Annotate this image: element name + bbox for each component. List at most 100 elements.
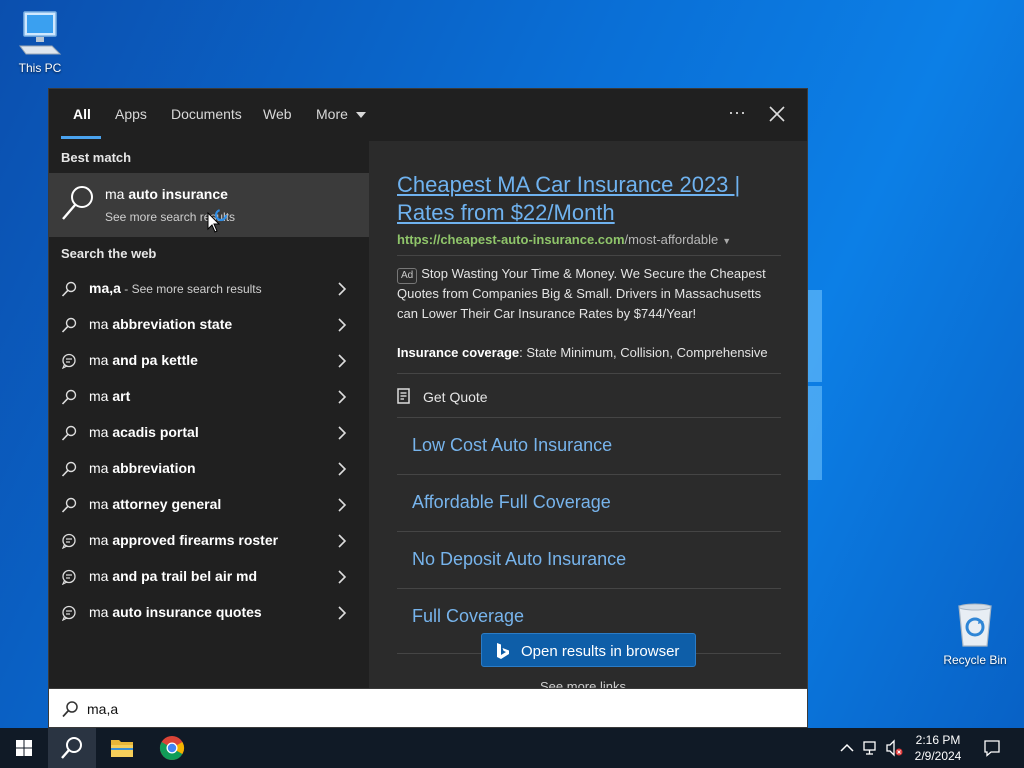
web-suggestion-row[interactable]: ma auto insurance quotes [49,595,369,631]
chevron-right-icon [338,606,347,620]
desktop-icon-label: This PC [18,61,62,75]
web-suggestion-text: ma abbreviation state [89,316,233,332]
search-tabs: All Apps Documents Web More ··· [49,89,809,141]
desktop-icon-recycle-bin[interactable]: Recycle Bin [935,602,1015,667]
taskbar-search-button[interactable] [48,728,96,768]
network-icon[interactable] [862,739,880,757]
taskbar: 2:16 PM 2/9/2024 [0,728,1024,768]
bing-icon [497,643,509,659]
windows-logo-icon [16,740,32,756]
web-result-text: ma,a - See more search results [89,280,262,296]
clock-time: 2:16 PM [915,733,961,747]
file-explorer-button[interactable] [98,728,146,768]
tab-more[interactable]: More [316,106,366,122]
desktop-icon-this-pc[interactable]: This PC [0,10,80,75]
search-panel: All Apps Documents Web More ··· Best mat… [48,88,809,689]
web-suggestion-text: ma and pa kettle [89,352,198,368]
sublink-no-deposit[interactable]: No Deposit Auto Insurance [412,549,626,570]
chrome-button[interactable] [148,728,196,768]
search-icon [61,317,77,333]
web-suggestion-row[interactable]: ma and pa trail bel air md [49,559,369,595]
sublink-low-cost[interactable]: Low Cost Auto Insurance [412,435,612,456]
wallpaper-beam [808,386,822,480]
chat-icon [61,353,76,369]
divider [397,588,781,589]
web-suggestion-row[interactable]: ma art [49,379,369,415]
sublink-full-coverage[interactable]: Full Coverage [412,606,524,627]
divider [397,417,781,418]
tab-web[interactable]: Web [263,106,292,122]
web-suggestion-row[interactable]: ma abbreviation [49,451,369,487]
preview-url[interactable]: https://cheapest-auto-insurance.com/most… [397,232,731,247]
clock-date: 2/9/2024 [914,749,962,763]
desktop-icon-label: Recycle Bin [943,653,1007,667]
divider [397,474,781,475]
web-suggestion-row[interactable]: ma and pa kettle [49,343,369,379]
preview-title-link[interactable]: Cheapest MA Car Insurance 2023 | Rates f… [397,171,787,227]
web-suggestion-row[interactable]: ma acadis portal [49,415,369,451]
chevron-right-icon [338,534,347,548]
divider [397,373,781,374]
open-in-browser-label: Open results in browser [521,643,680,660]
open-in-browser-button[interactable]: Open results in browser [481,633,696,667]
preview-description: Ad Stop Wasting Your Time & Money. We Sec… [397,266,766,321]
search-icon [61,425,77,441]
web-suggestion-text: ma attorney general [89,496,222,512]
search-web-heading: Search the web [61,246,157,261]
search-icon [62,701,78,718]
chat-icon [61,605,76,621]
search-icon [61,281,77,297]
search-icon [61,461,77,477]
volume-muted-icon[interactable] [885,739,903,757]
sublink-affordable-full[interactable]: Affordable Full Coverage [412,492,611,513]
web-suggestion-row[interactable]: ma abbreviation state [49,307,369,343]
tab-more-label: More [316,106,348,122]
chevron-up-icon[interactable] [838,739,856,757]
form-icon [397,388,410,404]
chevron-right-icon [338,426,347,440]
caret-down-icon: ▼ [722,236,732,246]
web-suggestion-row[interactable]: ma approved firearms roster [49,523,369,559]
get-quote-link[interactable]: Get Quote [423,389,488,405]
web-suggestion-text: ma auto insurance quotes [89,604,262,620]
tab-all[interactable]: All [73,106,91,122]
preview-coverage: Insurance coverage: State Minimum, Colli… [397,345,768,360]
divider [397,531,781,532]
web-result-row[interactable]: ma,a - See more search results [49,271,369,307]
notification-center-icon[interactable] [982,738,1002,758]
result-preview: Cheapest MA Car Insurance 2023 | Rates f… [369,141,807,689]
web-suggestion-text: ma acadis portal [89,424,199,440]
mouse-cursor-icon [207,212,221,233]
chat-icon [61,569,76,585]
search-icon [61,389,77,405]
chevron-right-icon [338,462,347,476]
chevron-right-icon [338,390,347,404]
tab-apps[interactable]: Apps [115,106,147,122]
start-button[interactable] [0,728,48,768]
folder-icon [111,740,133,757]
computer-icon [19,11,62,55]
web-suggestion-row[interactable]: ma attorney general [49,487,369,523]
search-box[interactable] [48,688,808,728]
chevron-right-icon [338,570,347,584]
chevron-right-icon [338,354,347,368]
system-clock[interactable]: 2:16 PM 2/9/2024 [905,732,971,764]
chevron-right-icon [338,282,347,296]
search-input[interactable] [87,697,787,721]
more-options-icon[interactable]: ··· [725,101,749,125]
web-suggestion-text: ma and pa trail bel air md [89,568,258,584]
ad-badge: Ad [397,268,418,284]
chevron-right-icon [338,318,347,332]
search-icon [62,186,93,220]
caret-down-icon [355,112,366,119]
close-icon[interactable] [764,101,790,127]
tab-documents[interactable]: Documents [171,106,242,122]
web-suggestion-text: ma art [89,388,131,404]
web-suggestion-text: ma approved firearms roster [89,532,279,548]
recycle-bin-icon [958,603,992,647]
wallpaper-beam [808,290,822,382]
best-match-heading: Best match [61,150,132,165]
chat-icon [61,533,76,549]
chevron-right-icon [338,498,347,512]
web-suggestion-text: ma abbreviation [89,460,196,476]
